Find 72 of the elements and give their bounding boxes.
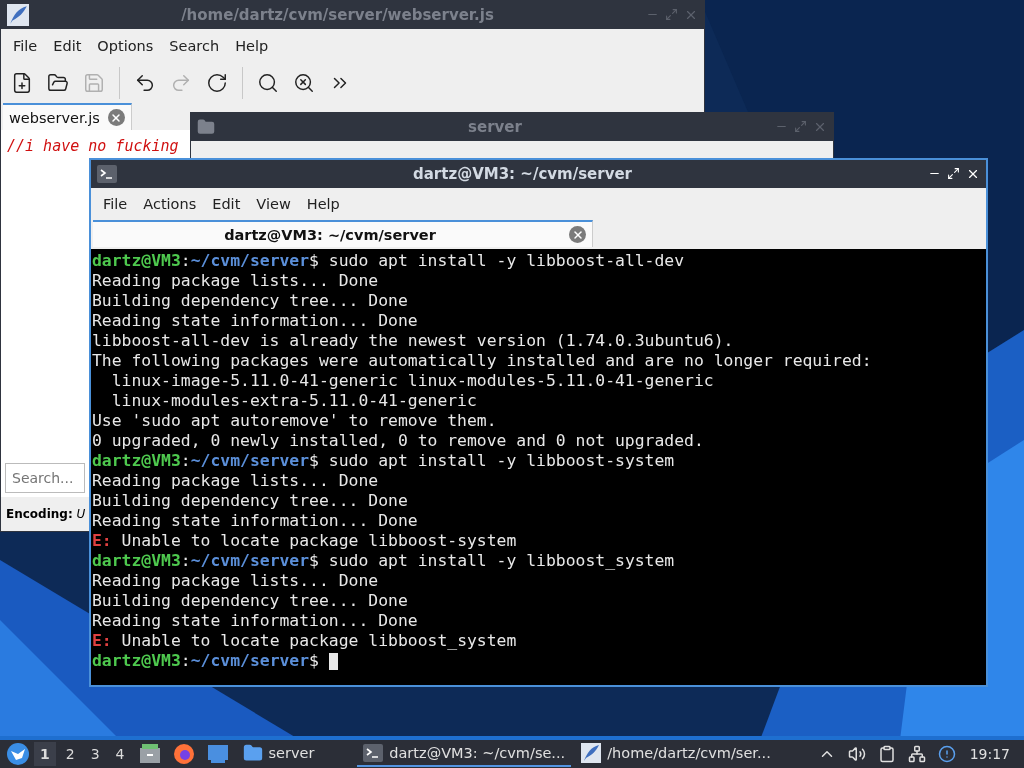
- terminal-tab[interactable]: dartz@VM3: ~/cvm/server: [93, 220, 593, 247]
- code-text: //i have no fucking: [7, 137, 179, 155]
- terminal-line: Reading package lists... Done: [92, 471, 380, 491]
- browser-icon[interactable]: [172, 743, 195, 765]
- terminal-line: linux-image-5.11.0-41-generic linux-modules-5.11.0-41-generic: [110, 371, 715, 391]
- terminal-line: E: Unable to locate package libboost_system: [92, 631, 518, 651]
- alert-icon[interactable]: [937, 745, 956, 763]
- terminal-line: 0 upgraded, 0 newly installed, 0 to remove and 0 not upgraded.: [92, 431, 705, 451]
- terminal-line: libboost-all-dev is already the newest version (1.74.0.3ubuntu6).: [92, 331, 735, 351]
- undo-icon[interactable]: [134, 72, 156, 94]
- encoding-value: U: [76, 507, 86, 521]
- menu-item[interactable]: Options: [89, 38, 162, 54]
- terminal-line: Reading state information... Done: [92, 511, 419, 531]
- file-tab[interactable]: webserver.js: [3, 103, 132, 130]
- search-icon[interactable]: [257, 72, 279, 94]
- workspace-button[interactable]: 3: [84, 742, 106, 766]
- terminal-line: E: Unable to locate package libboost-system: [92, 531, 518, 551]
- quill-icon: [7, 4, 29, 26]
- network-icon[interactable]: [907, 745, 926, 763]
- reload-icon[interactable]: [206, 72, 228, 94]
- terminal-line: Reading state information... Done: [92, 311, 419, 331]
- terminal-line: Building dependency tree... Done: [92, 591, 409, 611]
- terminal-line: dartz@VM3:~/cvm/server$ sudo apt install -y libboost-system: [92, 451, 676, 471]
- new-file-icon[interactable]: [11, 72, 33, 94]
- menu-item[interactable]: View: [248, 196, 299, 212]
- terminal-line: Reading package lists... Done: [92, 571, 380, 591]
- terminal-line: linux-modules-extra-5.11.0-41-generic: [110, 391, 478, 411]
- workspace-button[interactable]: 1: [34, 742, 56, 766]
- open-folder-icon[interactable]: [47, 72, 69, 94]
- bird-logo-icon[interactable]: [6, 742, 30, 766]
- terminal-line: Use 'sudo apt autoremove' to remove them.: [92, 411, 498, 431]
- terminal-line: Building dependency tree... Done: [92, 291, 409, 311]
- task-button[interactable]: dartz@VM3: ~/cvm/se...: [357, 741, 572, 767]
- menu-item[interactable]: File: [95, 196, 136, 212]
- terminal-line: Reading package lists... Done: [92, 271, 380, 291]
- menu-item[interactable]: Actions: [135, 196, 205, 212]
- terminal-icon: [363, 744, 384, 762]
- terminal-line: dartz@VM3:~/cvm/server$ sudo apt install -y libboost-all-dev: [92, 251, 686, 271]
- menu-item[interactable]: Help: [227, 38, 277, 54]
- volume-icon[interactable]: [847, 745, 866, 763]
- clock: 19:17: [969, 746, 1010, 762]
- search-cross-icon[interactable]: [293, 72, 315, 94]
- desktop-icon[interactable]: [206, 744, 229, 764]
- window-title: server: [467, 118, 523, 136]
- clipboard-icon[interactable]: [877, 745, 896, 763]
- folder-icon: [242, 743, 263, 763]
- task-button[interactable]: /home/dartz/cvm/ser...: [575, 740, 777, 768]
- terminal-line: Building dependency tree... Done: [92, 491, 409, 511]
- menu-item[interactable]: Search: [161, 38, 228, 54]
- maximize-icon[interactable]: [947, 167, 960, 180]
- file-cabinet-icon[interactable]: [138, 744, 161, 764]
- close-tab-icon[interactable]: [107, 109, 125, 126]
- close-tab-icon[interactable]: [569, 226, 586, 243]
- terminal-line: dartz@VM3:~/cvm/server$: [92, 651, 986, 671]
- task-button[interactable]: server: [236, 740, 321, 768]
- menu-item[interactable]: Edit: [45, 38, 90, 54]
- menu-item[interactable]: Edit: [204, 196, 249, 212]
- window-title: /home/dartz/cvm/server/webserver.js: [180, 6, 495, 24]
- workspace-button[interactable]: 4: [109, 742, 131, 766]
- encoding-label: Encoding:: [6, 507, 73, 521]
- folder-icon: [197, 118, 215, 136]
- quill-icon: [581, 743, 602, 763]
- terminal-icon: [97, 165, 117, 183]
- search-field[interactable]: Search...: [5, 463, 85, 493]
- workspace-button[interactable]: 2: [59, 742, 81, 766]
- menu-item[interactable]: Help: [298, 196, 348, 212]
- terminal-line: Reading state information... Done: [92, 611, 419, 631]
- window-title: dartz@VM3: ~/cvm/server: [412, 165, 633, 183]
- terminal-line: The following packages were automatically installed and are no longer required:: [92, 351, 873, 371]
- close-icon[interactable]: [966, 167, 980, 181]
- terminal-line: dartz@VM3:~/cvm/server$ sudo apt install -y libboost_system: [92, 551, 676, 571]
- menu-item[interactable]: File: [5, 38, 46, 54]
